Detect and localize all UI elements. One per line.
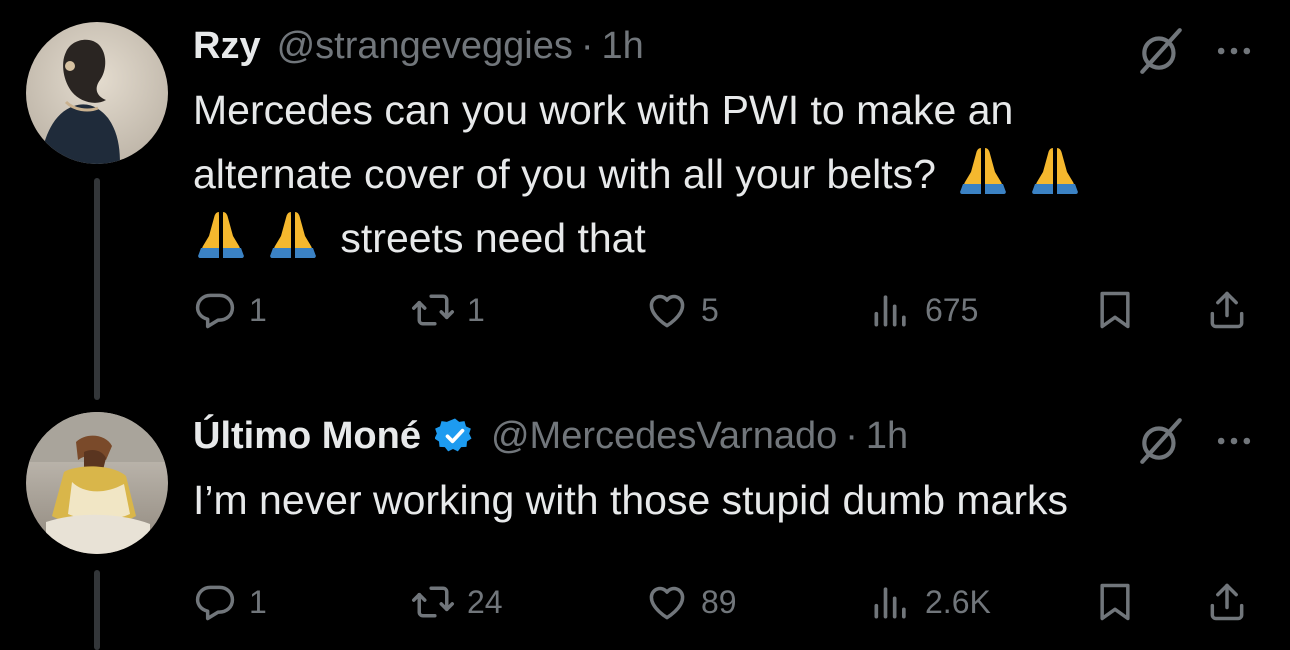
thread-line xyxy=(94,178,100,400)
verified-badge-icon[interactable] xyxy=(435,416,475,456)
reply-icon xyxy=(193,288,237,332)
tweet-text-line: alternate cover of you with all your bel… xyxy=(193,142,1256,206)
repost-button[interactable]: 24 xyxy=(411,572,503,632)
share-icon xyxy=(1205,288,1249,332)
tweet-text: I’m never working with those stupid dumb… xyxy=(193,468,1256,532)
repost-button[interactable]: 1 xyxy=(411,280,485,340)
retweet-icon xyxy=(411,288,455,332)
repost-count: 24 xyxy=(467,583,503,620)
tweet-text-segment: alternate cover of you with all your bel… xyxy=(193,151,936,197)
display-name[interactable]: Último Moné xyxy=(193,415,421,458)
tweet[interactable]: Rzy @strangeveggies · 1h Mercedes can yo… xyxy=(0,0,1290,400)
tweet-header-actions xyxy=(1136,26,1256,76)
grok-icon[interactable] xyxy=(1136,416,1186,466)
avatar[interactable] xyxy=(26,22,168,164)
username[interactable]: @MercedesVarnado xyxy=(491,415,837,458)
display-name[interactable]: Rzy xyxy=(193,25,261,68)
tweet-text: Mercedes can you work with PWI to make a… xyxy=(193,78,1256,270)
separator-dot: · xyxy=(580,24,594,67)
views-icon xyxy=(869,580,913,624)
separator-dot: · xyxy=(845,414,858,457)
thread-line xyxy=(94,570,100,650)
bookmark-icon xyxy=(1093,580,1137,624)
tweet-text-line: streets need that xyxy=(193,206,1256,270)
folded-hands-emoji-icon xyxy=(1027,144,1083,196)
folded-hands-emoji-icon xyxy=(955,144,1011,196)
reply-icon xyxy=(193,580,237,624)
timestamp[interactable]: 1h xyxy=(866,415,908,458)
tweet-header-actions xyxy=(1136,416,1256,466)
bookmark-icon xyxy=(1093,288,1137,332)
timestamp[interactable]: 1h xyxy=(602,25,644,68)
bookmark-button[interactable] xyxy=(1093,280,1137,340)
bookmark-button[interactable] xyxy=(1093,572,1137,632)
folded-hands-emoji-icon xyxy=(193,208,249,260)
view-count: 2.6K xyxy=(925,583,991,620)
views-button[interactable]: 2.6K xyxy=(869,572,991,632)
repost-count: 1 xyxy=(467,291,485,328)
tweet-header: Último Moné @MercedesVarnado · 1h xyxy=(193,408,1256,464)
grok-icon[interactable] xyxy=(1136,26,1186,76)
view-count: 675 xyxy=(925,291,979,328)
views-button[interactable]: 675 xyxy=(869,280,978,340)
like-icon xyxy=(645,580,689,624)
like-icon xyxy=(645,288,689,332)
tweet[interactable]: Último Moné @MercedesVarnado · 1h I’m ne… xyxy=(0,390,1290,650)
reply-button[interactable]: 1 xyxy=(193,572,267,632)
more-icon[interactable] xyxy=(1212,29,1256,73)
tweet-text-line: I’m never working with those stupid dumb… xyxy=(193,477,1069,523)
tweet-content: Rzy @strangeveggies · 1h Mercedes can yo… xyxy=(193,18,1256,328)
like-count: 89 xyxy=(701,583,737,620)
share-icon xyxy=(1205,580,1249,624)
reply-count: 1 xyxy=(249,291,267,328)
folded-hands-emoji-icon xyxy=(265,208,321,260)
tweet-content: Último Moné @MercedesVarnado · 1h I’m ne… xyxy=(193,408,1256,620)
tweet-text-segment: streets need that xyxy=(340,215,646,261)
like-button[interactable]: 5 xyxy=(645,280,719,340)
views-icon xyxy=(869,288,913,332)
share-button[interactable] xyxy=(1205,572,1249,632)
retweet-icon xyxy=(411,580,455,624)
tweet-actions: 1 1 5 675 xyxy=(193,280,1256,340)
avatar[interactable] xyxy=(26,412,168,554)
like-button[interactable]: 89 xyxy=(645,572,737,632)
reply-count: 1 xyxy=(249,583,267,620)
more-icon[interactable] xyxy=(1212,419,1256,463)
username[interactable]: @strangeveggies xyxy=(277,25,573,68)
tweet-header: Rzy @strangeveggies · 1h xyxy=(193,18,1256,74)
like-count: 5 xyxy=(701,291,719,328)
tweet-text-line: Mercedes can you work with PWI to make a… xyxy=(193,87,1014,133)
share-button[interactable] xyxy=(1205,280,1249,340)
tweet-actions: 1 24 89 2.6K xyxy=(193,572,1256,632)
reply-button[interactable]: 1 xyxy=(193,280,267,340)
